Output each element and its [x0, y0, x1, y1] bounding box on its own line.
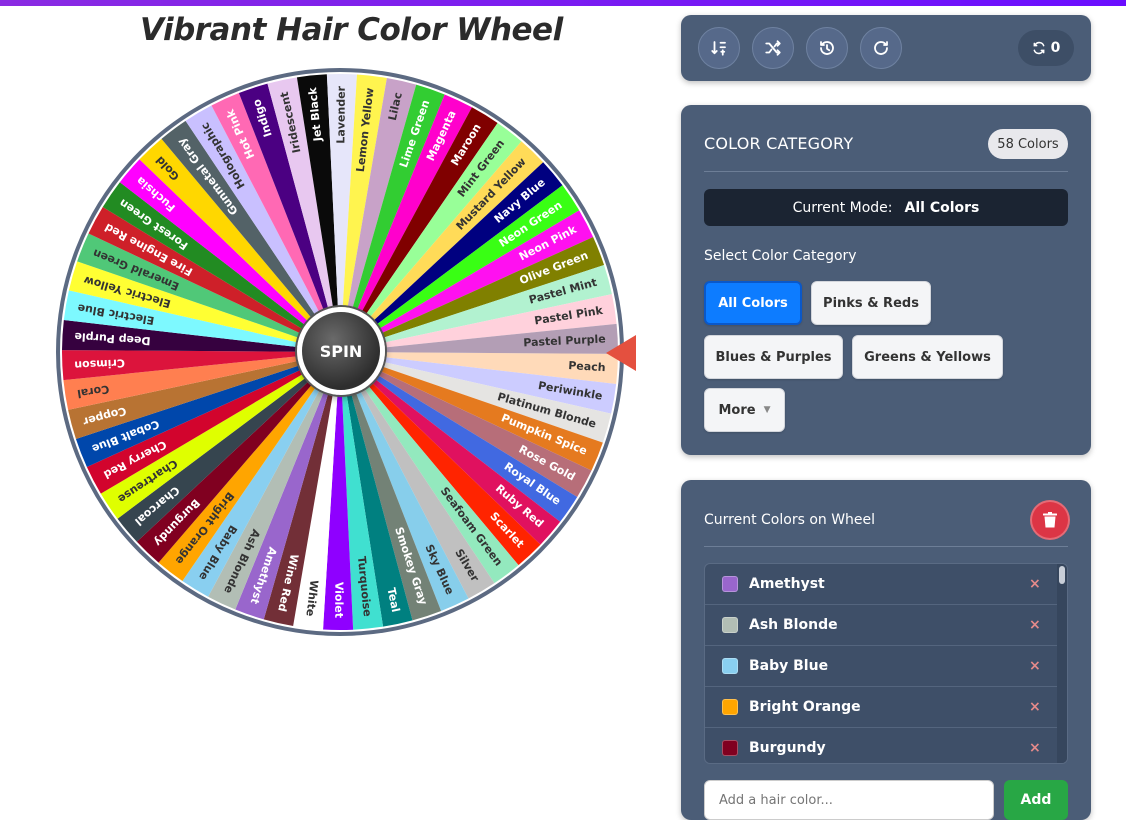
wheel-segment-label: Peach: [568, 359, 606, 374]
current-mode-bar: Current Mode: All Colors: [704, 189, 1068, 226]
color-count-badge: 58 Colors: [988, 129, 1068, 159]
top-accent-bar: [0, 0, 1126, 6]
color-swatch: [722, 740, 738, 756]
history-icon: [820, 41, 834, 55]
category-heading: COLOR CATEGORY: [704, 134, 854, 153]
refresh-icon: [1033, 41, 1045, 55]
category-blues-purples-button[interactable]: Blues & Purples: [704, 335, 843, 379]
category-greens-yellows-button[interactable]: Greens & Yellows: [852, 335, 1003, 379]
list-item: Burgundy ×: [705, 728, 1057, 763]
wheel-pointer-icon: [606, 335, 636, 371]
redo-button[interactable]: [860, 27, 902, 69]
list-item: Ash Blonde ×: [705, 605, 1057, 646]
wheel-segment-label: Lavender: [334, 85, 347, 143]
remove-icon[interactable]: ×: [1029, 699, 1041, 715]
color-category-panel: COLOR CATEGORY 58 Colors Current Mode: A…: [681, 105, 1091, 455]
divider: [704, 171, 1068, 172]
mode-value: All Colors: [904, 199, 980, 216]
divider: [704, 546, 1068, 547]
remove-icon[interactable]: ×: [1029, 576, 1041, 592]
toolbar-panel: 0: [681, 15, 1091, 81]
wheel-segment-label: Violet: [332, 582, 345, 618]
redo-icon: [874, 41, 888, 55]
list-scrollbar[interactable]: [1057, 564, 1067, 763]
remove-icon[interactable]: ×: [1029, 658, 1041, 674]
shuffle-icon: [765, 40, 781, 56]
mode-label: Current Mode:: [792, 199, 893, 216]
sort-button[interactable]: [698, 27, 740, 69]
list-item-label: Baby Blue: [749, 658, 829, 674]
wheel-segment-label: Crimson: [74, 356, 125, 371]
history-button[interactable]: [806, 27, 848, 69]
color-wheel[interactable]: Peach Periwinkle Platinum Blonde Pumpkin Sp…: [50, 60, 640, 650]
trash-icon: [1043, 512, 1057, 528]
category-pinks-reds-button[interactable]: Pinks & Reds: [811, 281, 931, 325]
current-colors-list[interactable]: Amethyst × Ash Blonde × Baby Blue × Brig…: [704, 563, 1068, 764]
sort-icon: [711, 41, 726, 56]
list-item-label: Amethyst: [749, 576, 825, 592]
scrollbar-thumb[interactable]: [1059, 566, 1065, 584]
counter-value: 0: [1050, 40, 1061, 56]
list-item-label: Bright Orange: [749, 699, 861, 715]
color-swatch: [722, 617, 738, 633]
page-title: Vibrant Hair Color Wheel: [140, 12, 563, 48]
caret-down-icon: ▼: [763, 405, 771, 415]
color-swatch: [722, 658, 738, 674]
list-item: Baby Blue ×: [705, 646, 1057, 687]
list-item: Amethyst ×: [705, 564, 1057, 605]
add-color-button[interactable]: Add: [1004, 780, 1068, 820]
current-colors-panel: Current Colors on Wheel Amethyst × Ash B…: [681, 480, 1091, 820]
list-item: Bright Orange ×: [705, 687, 1057, 728]
spin-button[interactable]: SPIN: [297, 307, 385, 395]
remove-icon[interactable]: ×: [1029, 740, 1041, 756]
remove-icon[interactable]: ×: [1029, 617, 1041, 633]
color-swatch: [722, 576, 738, 592]
shuffle-button[interactable]: [752, 27, 794, 69]
color-swatch: [722, 699, 738, 715]
category-all-colors-button[interactable]: All Colors: [704, 281, 802, 325]
add-color-input[interactable]: [704, 780, 994, 820]
more-label: More: [718, 402, 756, 418]
list-item-label: Ash Blonde: [749, 617, 838, 633]
current-colors-heading: Current Colors on Wheel: [704, 512, 876, 528]
list-item-label: Burgundy: [749, 740, 826, 756]
clear-all-button[interactable]: [1032, 502, 1068, 538]
select-category-label: Select Color Category: [704, 248, 857, 264]
spin-counter: 0: [1018, 30, 1074, 66]
category-more-dropdown[interactable]: More ▼: [704, 388, 785, 432]
